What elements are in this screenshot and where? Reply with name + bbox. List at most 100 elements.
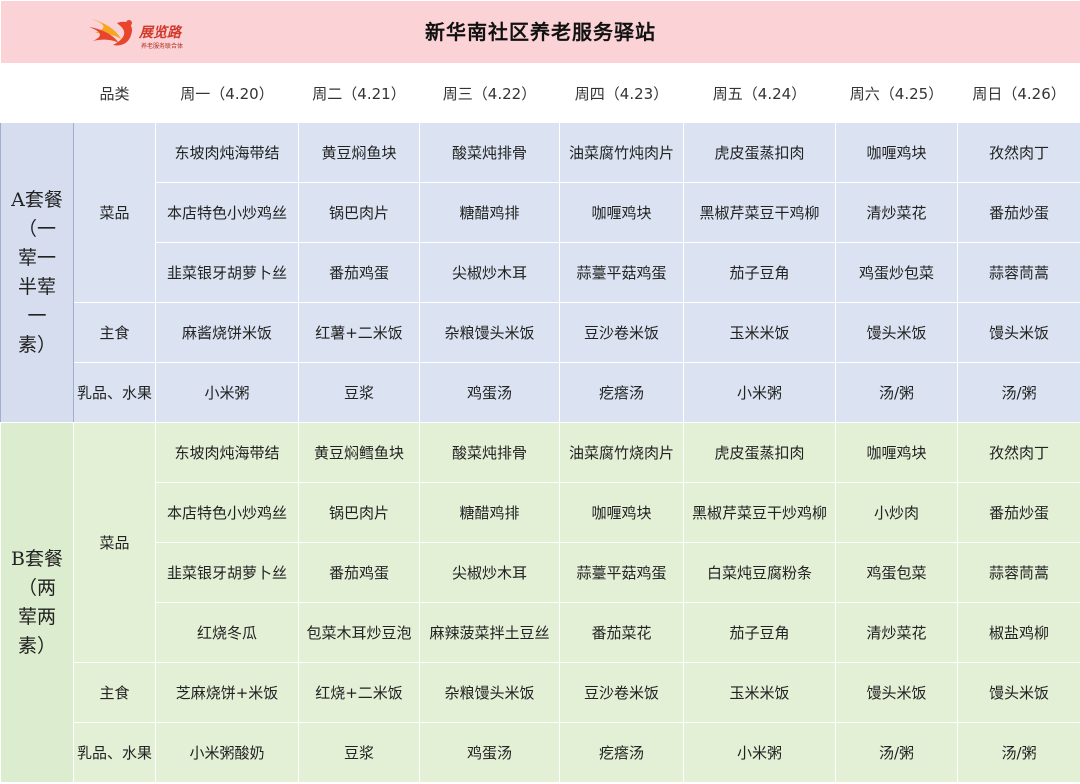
menu-cell: 小米粥 <box>155 362 299 423</box>
menu-cell: 红烧冬瓜 <box>155 602 299 663</box>
menu-cell: 汤/粥 <box>956 362 1080 423</box>
category-staple: 主食 <box>73 302 156 363</box>
menu-cell: 馒头米饭 <box>956 302 1080 363</box>
menu-cell: 虎皮蛋蒸扣肉 <box>683 422 836 483</box>
package-b-label: B套餐 （两 荤两 素） <box>0 422 74 783</box>
menu-cell: 咖喱鸡块 <box>835 422 958 483</box>
menu-cell: 东坡肉炖海带结 <box>155 122 299 183</box>
menu-cell: 锅巴肉片 <box>298 482 420 543</box>
menu-cell: 麻酱烧饼米饭 <box>155 302 299 363</box>
menu-cell: 红烧+二米饭 <box>298 662 420 723</box>
menu-cell: 红薯+二米饭 <box>298 302 420 363</box>
menu-cell: 疙瘩汤 <box>559 362 684 423</box>
category-dairy-fruit: 乳品、水果 <box>73 362 156 423</box>
menu-cell: 小炒肉 <box>835 482 958 543</box>
package-label-line: （两 <box>17 576 56 599</box>
menu-cell: 糖醋鸡排 <box>419 482 560 543</box>
menu-cell: 茄子豆角 <box>683 242 836 303</box>
menu-cell: 韭菜银牙胡萝卜丝 <box>155 242 299 303</box>
menu-cell: 咖喱鸡块 <box>835 122 958 183</box>
menu-cell: 番茄鸡蛋 <box>298 542 420 603</box>
menu-cell: 茄子豆角 <box>683 602 836 663</box>
header-day-mon: 周一（4.20） <box>155 63 299 123</box>
menu-cell: 番茄菜花 <box>559 602 684 663</box>
table-row: A套餐 （一 荤一 半荤 一 素） 菜品 东坡肉炖海带结 黄豆焖鱼块 酸菜炖排骨… <box>0 122 1080 423</box>
logo: 展览路 养老服务联合体 <box>89 19 183 50</box>
table-row: B套餐 （两 荤两 素） 菜品 东坡肉炖海带结 黄豆焖鳕鱼块 酸菜炖排骨 油菜腐… <box>0 422 1080 783</box>
header-blank-cell <box>0 63 74 123</box>
menu-cell: 麻辣菠菜拌土豆丝 <box>419 602 560 663</box>
menu-cell: 酸菜炖排骨 <box>419 422 560 483</box>
header-day-thu: 周四（4.23） <box>559 63 684 123</box>
menu-cell: 小米粥 <box>683 722 836 783</box>
menu-cell: 白菜炖豆腐粉条 <box>683 542 836 603</box>
menu-cell: 汤/粥 <box>835 722 958 783</box>
header-day-tue: 周二（4.21） <box>298 63 420 123</box>
menu-cell: 番茄鸡蛋 <box>298 242 420 303</box>
menu-cell: 小米粥酸奶 <box>155 722 299 783</box>
package-label-line: 荤一 <box>17 246 56 269</box>
menu-cell: 包菜木耳炒豆泡 <box>298 602 420 663</box>
package-label-line: 素） <box>17 634 56 657</box>
title-bar: 展览路 养老服务联合体 新华南社区养老服务驿站 <box>0 0 1080 64</box>
menu-cell: 蒜蓉茼蒿 <box>956 242 1080 303</box>
menu-cell: 虎皮蛋蒸扣肉 <box>683 122 836 183</box>
menu-cell: 东坡肉炖海带结 <box>155 422 299 483</box>
table-row: 本店特色小炒鸡丝 锅巴肉片 糖醋鸡排 咖喱鸡块 黑椒芹菜豆干炒鸡柳 小炒肉 番茄… <box>1 482 1080 543</box>
menu-cell: 杂粮馒头米饭 <box>419 302 560 363</box>
menu-cell: 豆沙卷米饭 <box>559 662 684 723</box>
menu-cell: 芝麻烧饼+米饭 <box>155 662 299 723</box>
category-dishes: 菜品 <box>73 422 156 663</box>
menu-cell: 馒头米饭 <box>956 662 1080 723</box>
package-label-line: 荤两 <box>17 605 56 628</box>
menu-cell: 鸡蛋包菜 <box>835 542 958 603</box>
title-row: 展览路 养老服务联合体 新华南社区养老服务驿站 <box>0 0 1080 64</box>
table-row: 红烧冬瓜 包菜木耳炒豆泡 麻辣菠菜拌土豆丝 番茄菜花 茄子豆角 清炒菜花 椒盐鸡… <box>1 602 1080 663</box>
menu-cell: 咖喱鸡块 <box>559 482 684 543</box>
menu-cell: 杂粮馒头米饭 <box>419 662 560 723</box>
table-row: 主食 麻酱烧饼米饭 红薯+二米饭 杂粮馒头米饭 豆沙卷米饭 玉米米饭 馒头米饭 … <box>1 302 1080 363</box>
menu-cell: 玉米米饭 <box>683 662 836 723</box>
table-row: 韭菜银牙胡萝卜丝 番茄鸡蛋 尖椒炒木耳 蒜薹平菇鸡蛋 茄子豆角 鸡蛋炒包菜 蒜蓉… <box>1 242 1080 303</box>
package-label-line: 一 <box>27 304 47 327</box>
table-row: 本店特色小炒鸡丝 锅巴肉片 糖醋鸡排 咖喱鸡块 黑椒芹菜豆干鸡柳 清炒菜花 番茄… <box>1 182 1080 243</box>
header-day-sun: 周日（4.26） <box>956 63 1080 123</box>
header-day-wed: 周三（4.22） <box>419 63 560 123</box>
menu-cell: 馒头米饭 <box>835 302 958 363</box>
menu-cell: 小米粥 <box>683 362 836 423</box>
menu-cell: 疙瘩汤 <box>559 722 684 783</box>
menu-cell: 玉米米饭 <box>683 302 836 363</box>
package-label-line: 素） <box>17 333 56 356</box>
menu-cell: 鸡蛋汤 <box>419 362 560 423</box>
menu-cell: 清炒菜花 <box>835 602 958 663</box>
menu-cell: 韭菜银牙胡萝卜丝 <box>155 542 299 603</box>
header-category: 品类 <box>73 63 156 123</box>
package-a-label: A套餐 （一 荤一 半荤 一 素） <box>0 122 74 423</box>
table-row: 主食 芝麻烧饼+米饭 红烧+二米饭 杂粮馒头米饭 豆沙卷米饭 玉米米饭 馒头米饭… <box>1 662 1080 723</box>
menu-cell: 黄豆焖鳕鱼块 <box>298 422 420 483</box>
menu-cell: 本店特色小炒鸡丝 <box>155 182 299 243</box>
logo-subtext: 养老服务联合体 <box>141 42 183 50</box>
menu-cell: 清炒菜花 <box>835 182 958 243</box>
menu-cell: 黑椒芹菜豆干炒鸡柳 <box>683 482 836 543</box>
menu-cell: 糖醋鸡排 <box>419 182 560 243</box>
header-day-fri: 周五（4.24） <box>683 63 836 123</box>
menu-cell: 汤/粥 <box>956 722 1080 783</box>
menu-table: 展览路 养老服务联合体 新华南社区养老服务驿站 品类 周一（4.20） 周二（4… <box>0 0 1080 783</box>
menu-cell: 孜然肉丁 <box>956 122 1080 183</box>
package-label-line: A套餐 <box>11 188 63 211</box>
menu-cell: 椒盐鸡柳 <box>956 602 1080 663</box>
category-staple: 主食 <box>73 662 156 723</box>
menu-cell: 油菜腐竹炖肉片 <box>559 122 684 183</box>
menu-cell: 鸡蛋汤 <box>419 722 560 783</box>
menu-cell: 尖椒炒木耳 <box>419 242 560 303</box>
menu-cell: 孜然肉丁 <box>956 422 1080 483</box>
menu-cell: 蒜薹平菇鸡蛋 <box>559 242 684 303</box>
menu-cell: 黄豆焖鱼块 <box>298 122 420 183</box>
menu-cell: 番茄炒蛋 <box>956 182 1080 243</box>
menu-cell: 汤/粥 <box>835 362 958 423</box>
menu-cell: 黑椒芹菜豆干鸡柳 <box>683 182 836 243</box>
logo-text: 展览路 <box>138 24 183 41</box>
package-label-line: 半荤 <box>17 275 56 298</box>
menu-cell: 锅巴肉片 <box>298 182 420 243</box>
